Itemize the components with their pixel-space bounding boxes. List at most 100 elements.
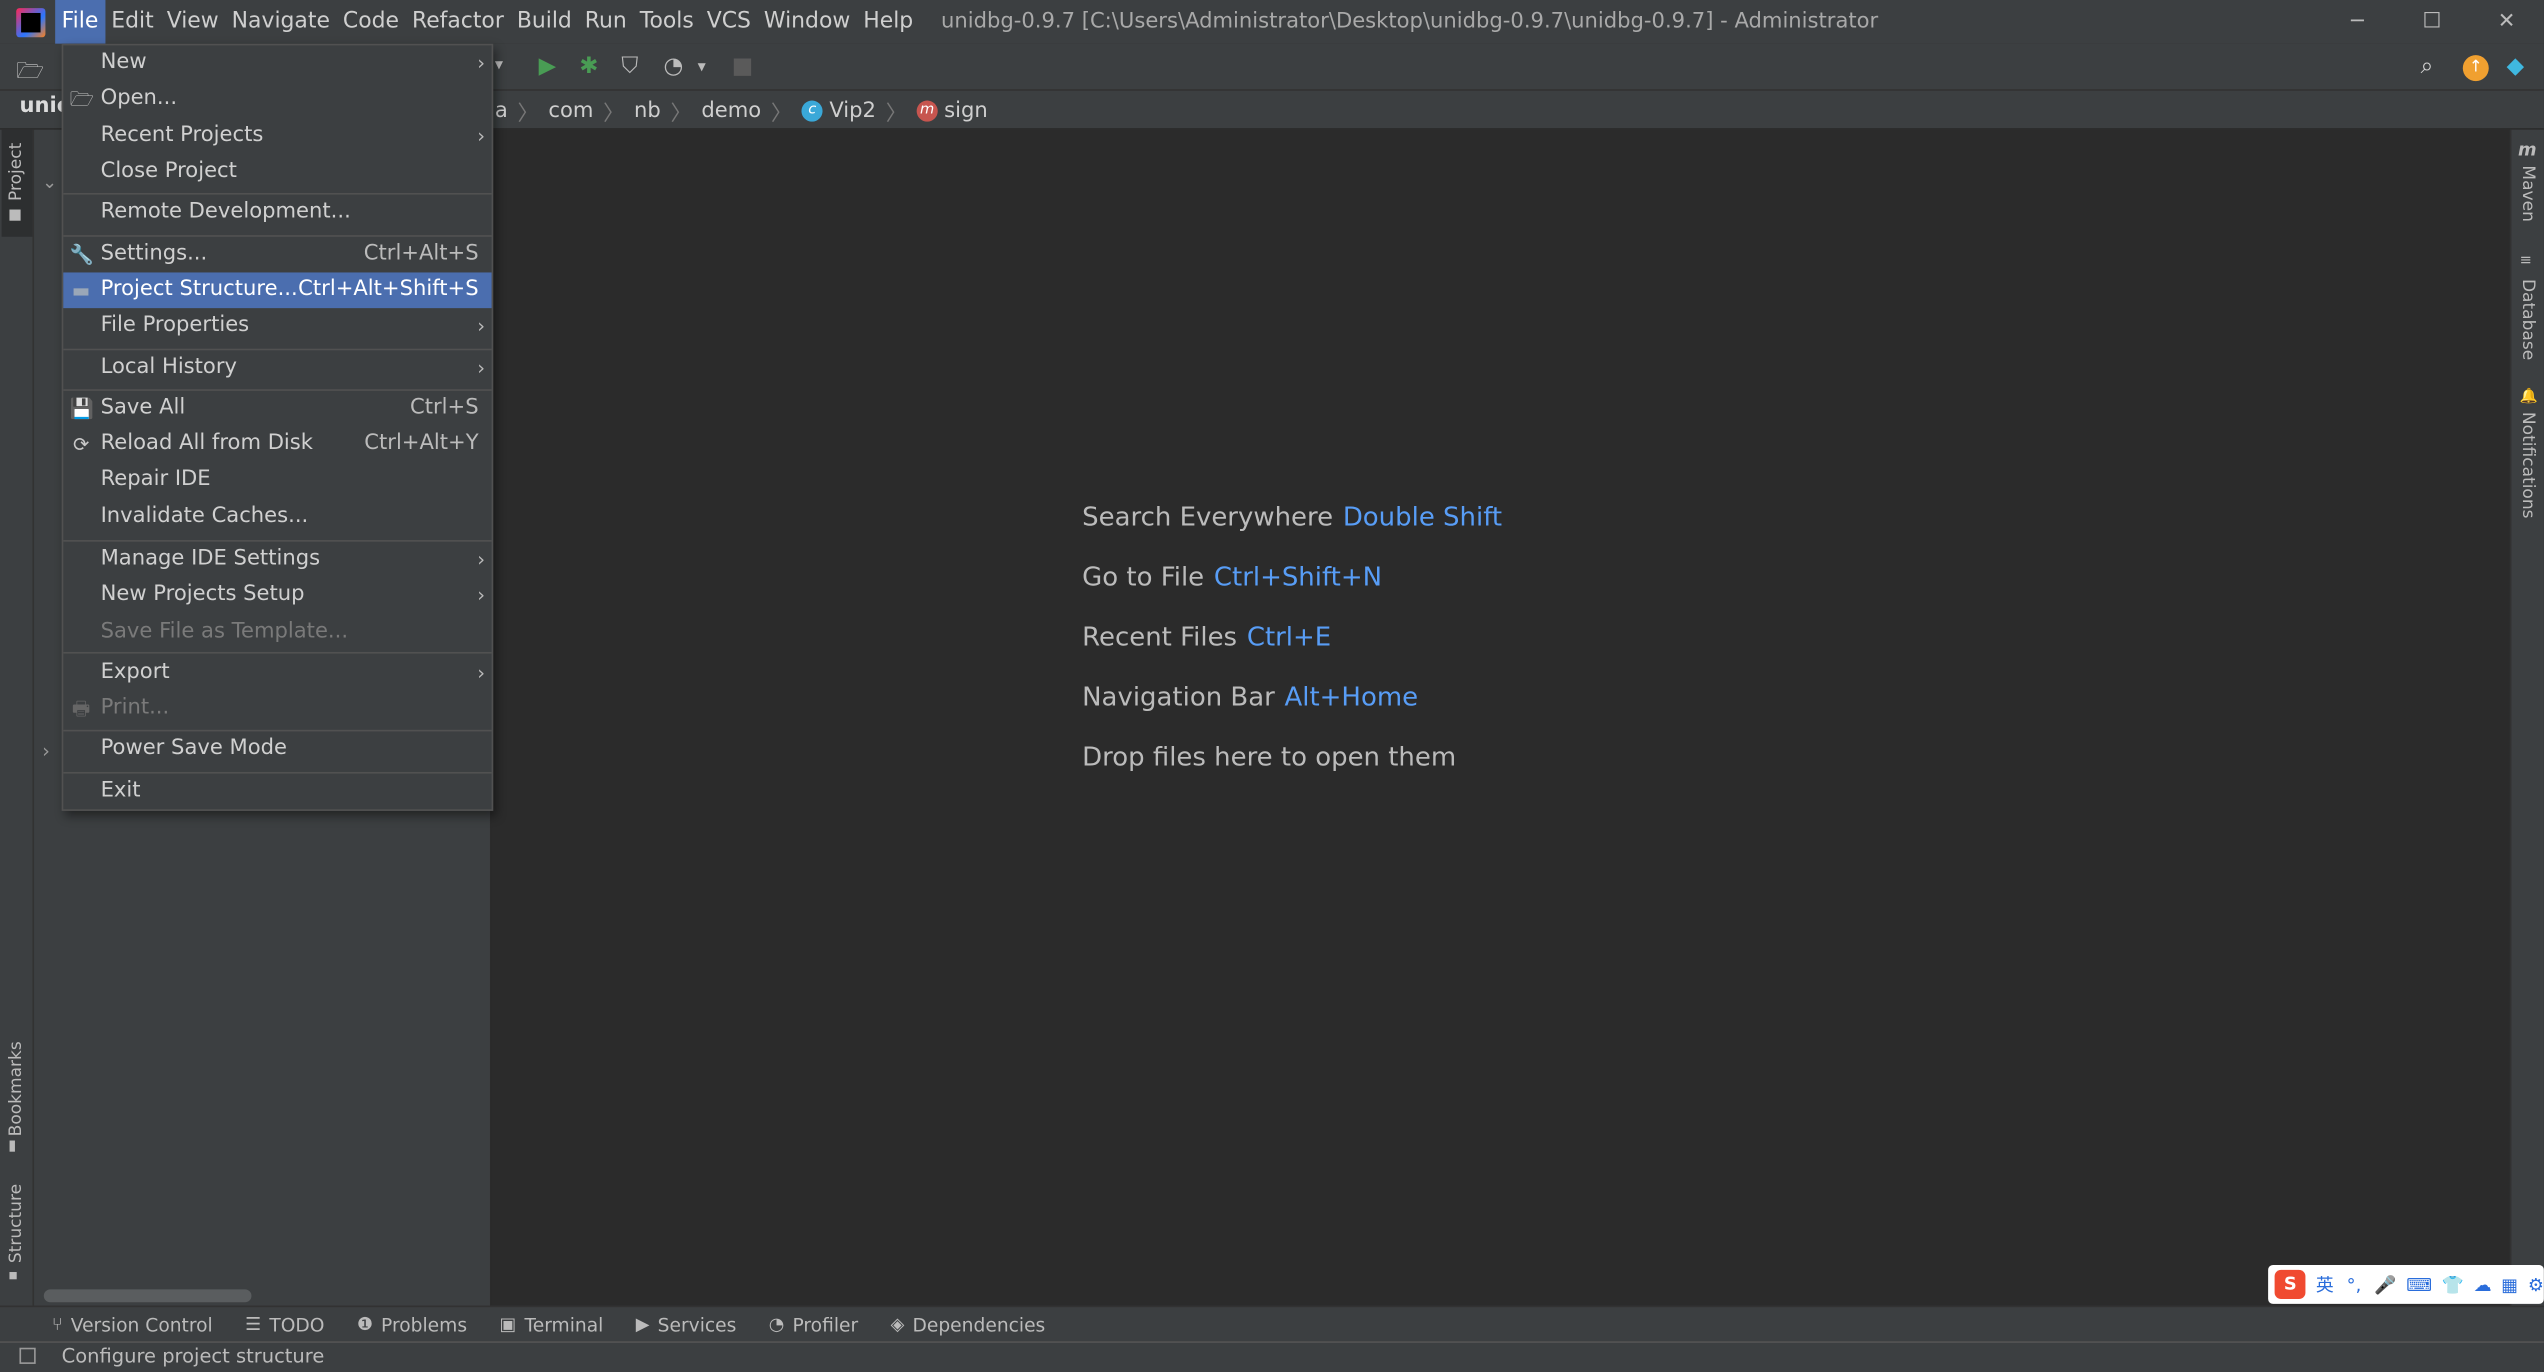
menu-item-reload-all-from-disk[interactable]: ⟳ Reload All from Disk Ctrl+Alt+Y	[63, 427, 491, 463]
ime-settings-icon[interactable]: ⚙	[2528, 1274, 2544, 1295]
maven-tool-tab[interactable]: Maven	[2518, 165, 2537, 221]
menu-vcs[interactable]: VCS	[700, 0, 757, 44]
menu-item-project-structure[interactable]: ▬ Project Structure... Ctrl+Alt+Shift+S	[63, 272, 492, 309]
todo-icon: ☰	[245, 1313, 262, 1335]
breadcrumb-label: com	[548, 98, 594, 123]
run-config-dropdown-icon[interactable]: ▾	[495, 57, 503, 75]
menu-item-local-history[interactable]: Local History ›	[63, 350, 491, 386]
structure-tool-tab[interactable]: Structure	[6, 1184, 25, 1263]
menu-item-settings[interactable]: 🔧 Settings... Ctrl+Alt+S	[63, 237, 491, 273]
menu-build[interactable]: Build	[510, 0, 578, 44]
bottom-tab-services[interactable]: ▶ Services	[636, 1313, 737, 1336]
menu-item-invalidate-caches[interactable]: Invalidate Caches...	[63, 500, 491, 536]
maven-icon: m	[2517, 139, 2537, 161]
breadcrumb-item[interactable]: com	[548, 98, 593, 122]
project-tool-tab[interactable]: Project	[6, 143, 25, 201]
update-icon[interactable]: ↑	[2462, 55, 2489, 82]
hint-shortcut: Double Shift	[1342, 501, 1503, 532]
menu-bar: File Edit View Navigate Code Refactor Build Run…	[55, 0, 920, 44]
horizontal-scrollbar[interactable]	[43, 1289, 252, 1303]
menu-item-label: File Properties	[100, 313, 250, 338]
menu-view[interactable]: View	[160, 0, 225, 44]
bottom-tab-todo[interactable]: ☰ TODO	[245, 1313, 324, 1336]
profile-icon[interactable]: ◔	[664, 54, 684, 80]
menu-item-power-save-mode[interactable]: Power Save Mode	[63, 731, 491, 767]
microphone-icon[interactable]: 🎤	[2374, 1274, 2396, 1295]
menu-item-file-properties[interactable]: File Properties ›	[63, 308, 491, 344]
bottom-tab-problems[interactable]: ❶ Problems	[357, 1313, 467, 1336]
menu-item-label: Print...	[100, 695, 170, 721]
stop-icon[interactable]: ■	[732, 54, 753, 80]
bottom-tab-version-control[interactable]: ⑂ Version Control	[52, 1313, 213, 1336]
profile-dropdown-icon[interactable]: ▾	[698, 58, 706, 76]
breadcrumb-item[interactable]: demo	[701, 98, 761, 122]
menu-navigate[interactable]: Navigate	[225, 0, 336, 44]
menu-item-remote-development[interactable]: Remote Development...	[63, 195, 491, 231]
hint-label: Drop files here to open them	[1082, 741, 1457, 772]
menu-help[interactable]: Help	[857, 0, 920, 44]
status-bar: Configure project structure	[0, 1341, 2544, 1372]
breadcrumb-item[interactable]: nb	[634, 98, 661, 122]
save-icon: 💾	[69, 397, 95, 421]
menu-item-save-file-as-template: Save File as Template...	[63, 615, 491, 651]
bottom-tab-label: Problems	[381, 1312, 468, 1336]
menu-code[interactable]: Code	[336, 0, 405, 44]
bottom-tab-label: Version Control	[70, 1312, 213, 1336]
bottom-tab-profiler[interactable]: ◔ Profiler	[769, 1313, 858, 1336]
menu-item-exit[interactable]: Exit	[63, 774, 491, 810]
ide-window: File Edit View Navigate Code Refactor Build Run…	[0, 0, 2544, 1372]
toolbox-icon[interactable]: ▦	[2501, 1274, 2518, 1295]
database-tool-tab[interactable]: Database	[2518, 279, 2537, 360]
keyboard-icon[interactable]: ⌨	[2406, 1274, 2432, 1295]
menu-item-repair-ide[interactable]: Repair IDE	[63, 462, 491, 498]
hint-label: Recent Files	[1082, 621, 1238, 652]
menu-item-open[interactable]: 🗁 Open...	[63, 81, 491, 117]
menu-edit[interactable]: Edit	[105, 0, 160, 44]
ime-language[interactable]: 英	[2316, 1271, 2334, 1297]
menu-item-label: Project Structure...	[100, 277, 298, 302]
chevron-down-icon[interactable]: ⌄	[42, 172, 57, 193]
window-title: unidbg-0.9.7 [C:\Users\Administrator\Des…	[940, 9, 1879, 35]
search-icon[interactable]: ⌕	[2421, 54, 2434, 80]
cloud-icon[interactable]: ☁	[2474, 1274, 2492, 1295]
bookmarks-tool-tab[interactable]: Bookmarks	[6, 1041, 25, 1136]
menu-item-new-projects-setup[interactable]: New Projects Setup ›	[63, 577, 491, 613]
coverage-icon[interactable]: ⛉	[621, 54, 638, 80]
close-button[interactable]: ✕	[2469, 0, 2544, 44]
menu-item-close-project[interactable]: Close Project	[63, 154, 491, 190]
chevron-right-icon[interactable]: ›	[42, 740, 50, 763]
problems-icon: ❶	[356, 1313, 373, 1335]
maximize-button[interactable]: ☐	[2395, 0, 2470, 44]
bottom-tab-dependencies[interactable]: ◈ Dependencies	[891, 1313, 1046, 1336]
bottom-tab-terminal[interactable]: ▣ Terminal	[499, 1313, 603, 1336]
menu-refactor[interactable]: Refactor	[405, 0, 510, 44]
breadcrumb-item[interactable]: c Vip2	[801, 98, 876, 122]
minimize-button[interactable]: ─	[2320, 0, 2395, 44]
debug-icon[interactable]: ✱	[579, 54, 598, 80]
menu-tools[interactable]: Tools	[633, 0, 700, 44]
menu-item-export[interactable]: Export ›	[63, 655, 491, 691]
punctuation-icon[interactable]: °,	[2347, 1274, 2362, 1295]
plugin-icon[interactable]: ◆	[2507, 54, 2524, 80]
chevron-right-icon: ›	[477, 51, 486, 75]
breadcrumb-separator: 〉	[517, 101, 539, 126]
menu-window[interactable]: Window	[757, 0, 856, 44]
breadcrumb-item[interactable]: a	[495, 98, 508, 122]
notifications-icon: 🔔	[2519, 389, 2538, 406]
open-folder-icon[interactable]: 🗁	[16, 54, 44, 93]
reload-icon: ⟳	[72, 433, 90, 456]
menu-run[interactable]: Run	[578, 0, 633, 44]
notifications-tool-tab[interactable]: Notifications	[2518, 412, 2537, 519]
breadcrumb-item[interactable]: m sign	[916, 98, 988, 122]
menu-item-label: Save All	[100, 395, 186, 421]
layout-toggle-icon[interactable]	[19, 1347, 36, 1364]
run-icon[interactable]: ▶	[539, 54, 556, 80]
menu-file[interactable]: File	[55, 0, 105, 44]
menu-item-manage-ide-settings[interactable]: Manage IDE Settings ›	[63, 542, 491, 578]
menu-item-new[interactable]: New ›	[63, 45, 491, 81]
ime-toolbar[interactable]: S 英 °, 🎤 ⌨ 👕 ☁ ▦ ⚙	[2268, 1265, 2544, 1304]
menu-item-recent-projects[interactable]: Recent Projects ›	[63, 118, 491, 154]
menu-item-save-all[interactable]: 💾 Save All Ctrl+S	[63, 391, 491, 427]
editor-hints: Search Everywhere Double Shift Go to File C…	[1082, 487, 1502, 787]
skin-icon[interactable]: 👕	[2442, 1274, 2464, 1295]
